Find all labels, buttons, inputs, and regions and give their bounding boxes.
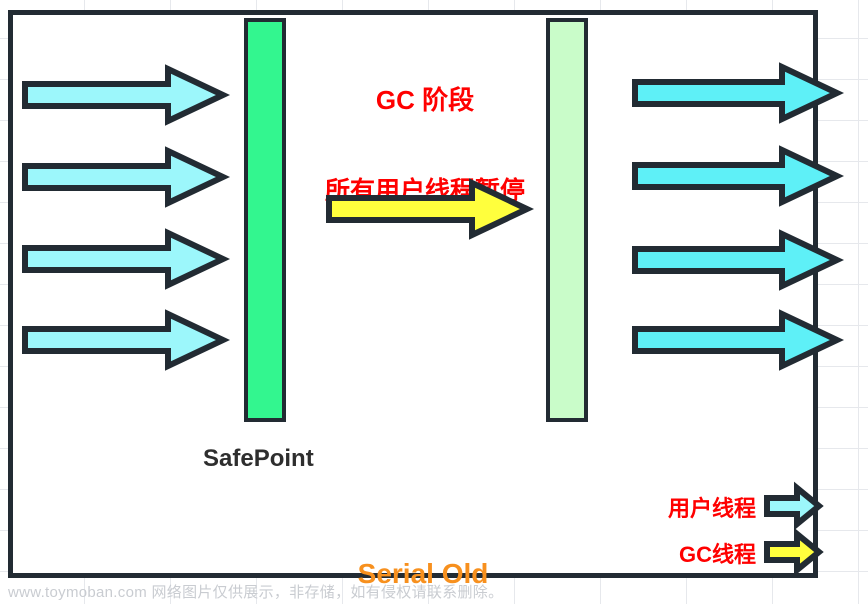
legend-gc-thread-label: GC线程 [678,542,756,567]
gc-phase-line1: GC 阶段 [375,85,475,116]
safepoint-bar [244,18,286,422]
user-thread-arrow-after-2 [632,145,845,207]
user-thread-arrow-after-1 [632,62,845,124]
legend-gc-thread-arrow-icon [764,527,824,577]
gc-thread-arrow [326,178,535,240]
user-thread-arrow-after-3 [632,229,845,291]
user-thread-arrow-before-4 [22,309,231,371]
legend-user-thread-arrow-icon [764,481,824,531]
user-thread-arrow-before-1 [22,64,231,126]
safepoint-label: SafePoint [203,445,314,472]
resume-bar [546,18,588,422]
user-thread-arrow-after-4 [632,309,845,371]
user-thread-arrow-before-3 [22,228,231,290]
user-thread-arrow-before-2 [22,146,231,208]
watermark-text: www.toymoban.com 网络图片仅供展示，非存储，如有侵权请联系删除。 [8,584,504,601]
legend-user-thread-label: 用户线程 [667,496,756,521]
diagram-canvas: GC 阶段 所有用户线程暂停 SafePoint Serial Old 用户线程… [0,0,868,604]
